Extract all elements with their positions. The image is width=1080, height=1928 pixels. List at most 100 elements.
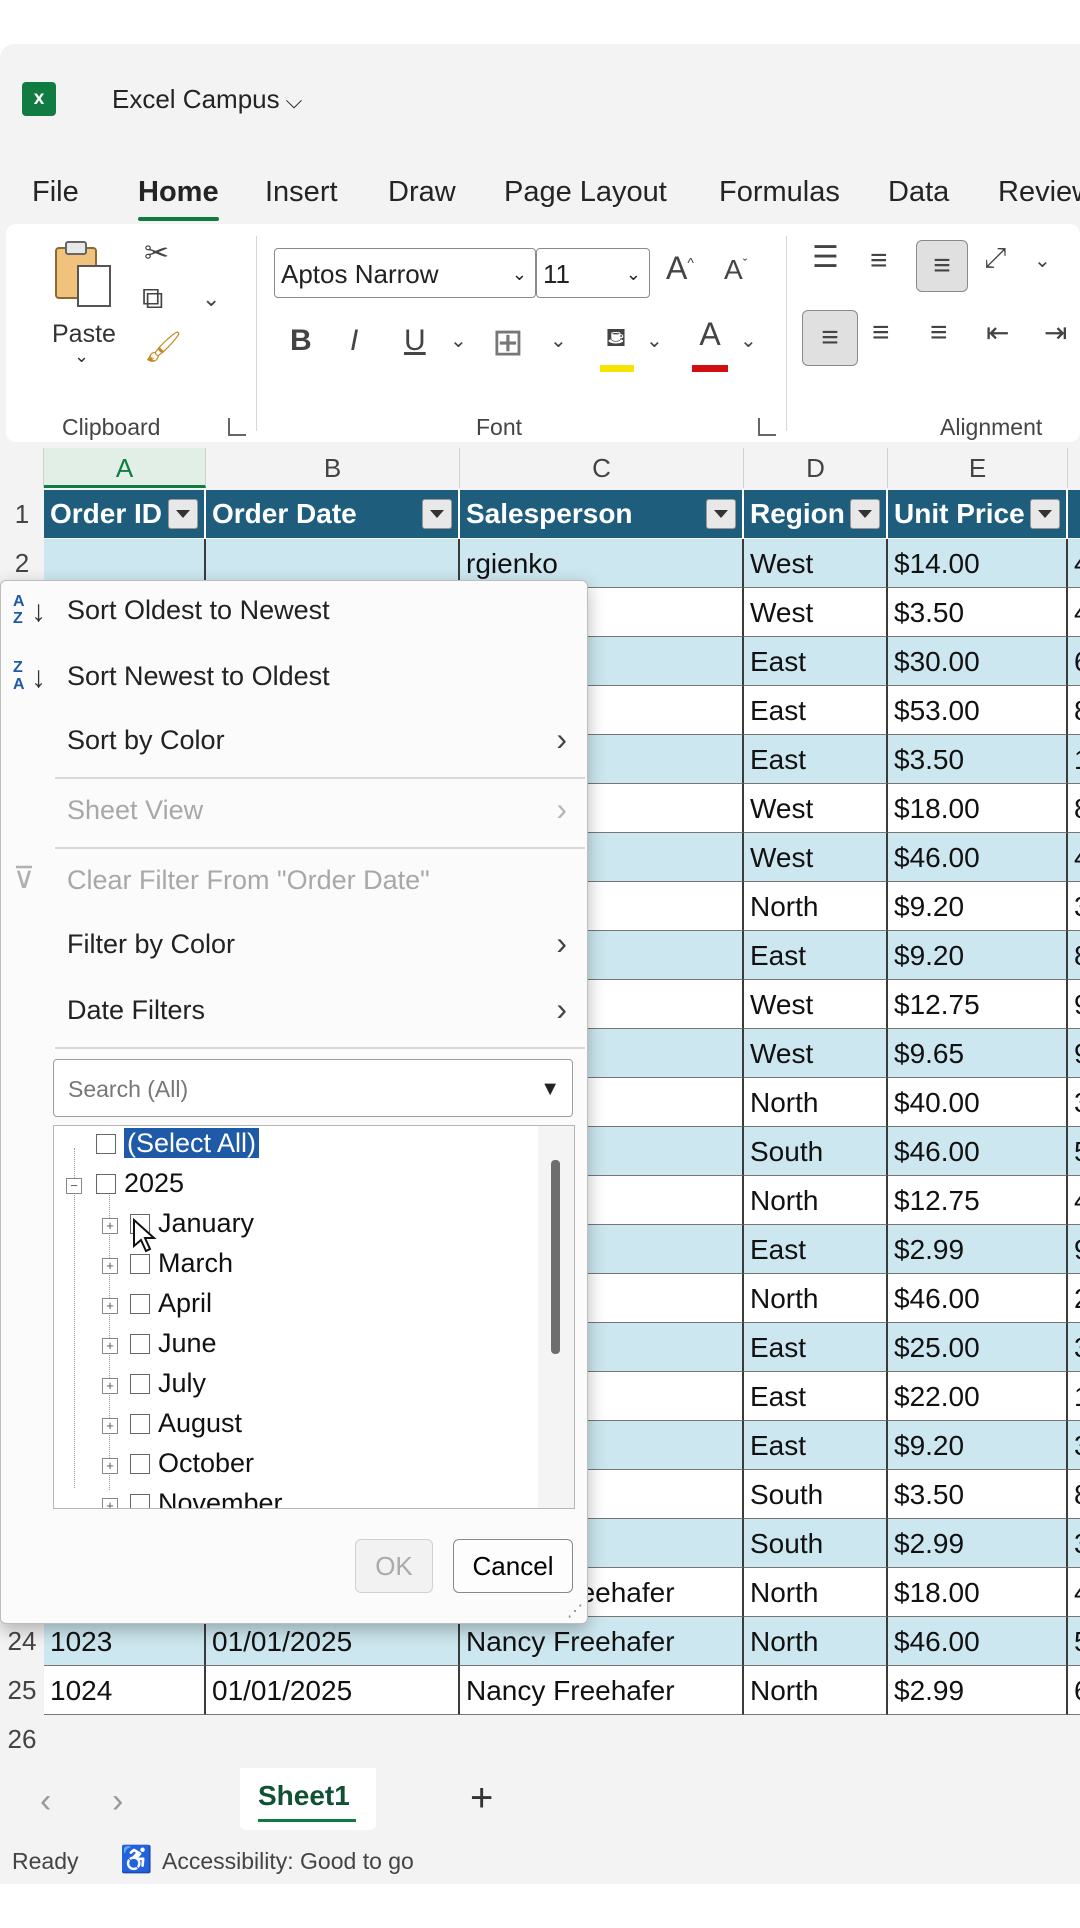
- column-header-c[interactable]: C: [460, 448, 744, 488]
- column-header-f[interactable]: [1068, 448, 1080, 488]
- row-header[interactable]: 26: [0, 1715, 44, 1764]
- table-cell[interactable]: 5: [1068, 1617, 1080, 1666]
- checkbox-month[interactable]: [130, 1454, 150, 1474]
- table-cell[interactable]: $40.00: [888, 1078, 1068, 1127]
- chevron-down-icon[interactable]: ⌄: [646, 328, 663, 353]
- table-cell[interactable]: $2.99: [888, 1519, 1068, 1568]
- table-cell[interactable]: $9.20: [888, 1421, 1068, 1470]
- tree-item-month[interactable]: July: [158, 1368, 206, 1399]
- table-cell[interactable]: $12.75: [888, 1176, 1068, 1225]
- expand-icon[interactable]: +: [102, 1498, 118, 1508]
- table-cell[interactable]: $9.65: [888, 1029, 1068, 1078]
- table-cell[interactable]: East: [744, 637, 888, 686]
- align-center-icon[interactable]: ≡: [872, 316, 890, 350]
- table-cell[interactable]: $53.00: [888, 686, 1068, 735]
- table-cell[interactable]: 4: [1068, 1176, 1080, 1225]
- checkbox-month[interactable]: [130, 1374, 150, 1394]
- tab-draw[interactable]: Draw: [388, 176, 456, 209]
- tree-item-month[interactable]: March: [158, 1248, 233, 1279]
- checkbox-month[interactable]: [130, 1334, 150, 1354]
- table-cell[interactable]: West: [744, 588, 888, 637]
- clipboard-launcher-icon[interactable]: [228, 418, 246, 436]
- table-cell[interactable]: $3.50: [888, 1470, 1068, 1519]
- filter-dropdown-button[interactable]: [422, 499, 452, 529]
- table-cell[interactable]: East: [744, 1421, 888, 1470]
- table-cell[interactable]: North: [744, 1078, 888, 1127]
- expand-icon[interactable]: +: [102, 1418, 118, 1434]
- add-sheet-button[interactable]: +: [470, 1776, 493, 1821]
- tree-item-month[interactable]: January: [158, 1208, 254, 1239]
- menu-sort-by-color[interactable]: Sort by Color: [67, 725, 225, 756]
- orientation-icon[interactable]: ⤢: [984, 242, 1006, 275]
- expand-icon[interactable]: +: [102, 1458, 118, 1474]
- expand-icon[interactable]: +: [102, 1218, 118, 1234]
- fill-color-icon[interactable]: ⛾: [596, 320, 636, 372]
- table-cell[interactable]: North: [744, 1176, 888, 1225]
- font-color-icon[interactable]: A: [690, 316, 730, 372]
- bold-button[interactable]: B: [290, 324, 312, 358]
- tree-item-month[interactable]: August: [158, 1408, 242, 1439]
- table-cell[interactable]: 4: [1068, 539, 1080, 588]
- table-cell[interactable]: Nancy Freehafer: [460, 1617, 744, 1666]
- row-header[interactable]: 25: [0, 1666, 44, 1715]
- tree-item-year[interactable]: 2025: [124, 1168, 184, 1199]
- filter-dropdown-button[interactable]: [1030, 499, 1060, 529]
- column-header-a[interactable]: A: [44, 448, 206, 488]
- checkbox-select-all[interactable]: [96, 1134, 116, 1154]
- table-cell[interactable]: 9: [1068, 1029, 1080, 1078]
- table-cell[interactable]: $18.00: [888, 784, 1068, 833]
- table-cell[interactable]: $25.00: [888, 1323, 1068, 1372]
- table-cell[interactable]: 4: [1068, 833, 1080, 882]
- increase-font-size-icon[interactable]: A^: [666, 250, 694, 287]
- column-header-b[interactable]: B: [206, 448, 460, 488]
- table-cell[interactable]: 8: [1068, 784, 1080, 833]
- cancel-button[interactable]: Cancel: [453, 1539, 573, 1593]
- resize-grip-icon[interactable]: ⋰: [567, 1601, 583, 1621]
- align-bottom-icon[interactable]: ≡: [916, 240, 968, 292]
- table-cell[interactable]: 3: [1068, 1421, 1080, 1470]
- table-cell[interactable]: $3.50: [888, 588, 1068, 637]
- table-cell[interactable]: 1: [1068, 1372, 1080, 1421]
- table-cell[interactable]: North: [744, 882, 888, 931]
- expand-icon[interactable]: +: [102, 1298, 118, 1314]
- table-cell[interactable]: 01/01/2025: [206, 1617, 460, 1666]
- table-cell[interactable]: 1023: [44, 1617, 206, 1666]
- tab-insert[interactable]: Insert: [265, 176, 338, 209]
- decrease-indent-icon[interactable]: ⇤: [986, 316, 1009, 349]
- tab-page-layout[interactable]: Page Layout: [504, 176, 667, 209]
- table-cell[interactable]: 3: [1068, 1519, 1080, 1568]
- table-cell[interactable]: 8: [1068, 931, 1080, 980]
- align-left-icon[interactable]: ≡: [802, 310, 858, 366]
- table-cell[interactable]: $46.00: [888, 1617, 1068, 1666]
- column-header-e[interactable]: E: [888, 448, 1068, 488]
- filter-dropdown-button[interactable]: [706, 499, 736, 529]
- table-cell[interactable]: 6: [1068, 1666, 1080, 1715]
- expand-icon[interactable]: +: [102, 1338, 118, 1354]
- table-cell[interactable]: West: [744, 1029, 888, 1078]
- scroll-left-icon[interactable]: ‹: [40, 1782, 51, 1821]
- table-cell[interactable]: North: [744, 1666, 888, 1715]
- status-accessibility[interactable]: Accessibility: Good to go: [162, 1848, 414, 1875]
- tree-item-select-all[interactable]: (Select All): [124, 1128, 260, 1159]
- tab-home[interactable]: Home: [138, 176, 219, 221]
- table-cell[interactable]: East: [744, 1372, 888, 1421]
- table-cell[interactable]: South: [744, 1519, 888, 1568]
- table-cell[interactable]: North: [744, 1568, 888, 1617]
- filter-dropdown-button[interactable]: [168, 499, 198, 529]
- table-cell[interactable]: South: [744, 1127, 888, 1176]
- table-cell[interactable]: $14.00: [888, 539, 1068, 588]
- workbook-title[interactable]: Excel Campus ⌵: [112, 84, 302, 115]
- paste-button[interactable]: Paste ⌄: [44, 238, 124, 366]
- increase-indent-icon[interactable]: ⇥: [1044, 316, 1067, 349]
- ok-button[interactable]: OK: [355, 1539, 433, 1593]
- tree-scrollbar-thumb[interactable]: [551, 1160, 560, 1354]
- menu-filter-by-color[interactable]: Filter by Color: [67, 929, 235, 960]
- tree-item-month[interactable]: April: [158, 1288, 212, 1319]
- table-cell[interactable]: West: [744, 980, 888, 1029]
- scroll-right-icon[interactable]: ›: [112, 1782, 123, 1821]
- chevron-down-icon[interactable]: ⌄: [740, 328, 757, 353]
- table-cell[interactable]: Nancy Freehafer: [460, 1666, 744, 1715]
- checkbox-month[interactable]: [130, 1414, 150, 1434]
- table-cell[interactable]: 1024: [44, 1666, 206, 1715]
- tree-item-month[interactable]: June: [158, 1328, 217, 1359]
